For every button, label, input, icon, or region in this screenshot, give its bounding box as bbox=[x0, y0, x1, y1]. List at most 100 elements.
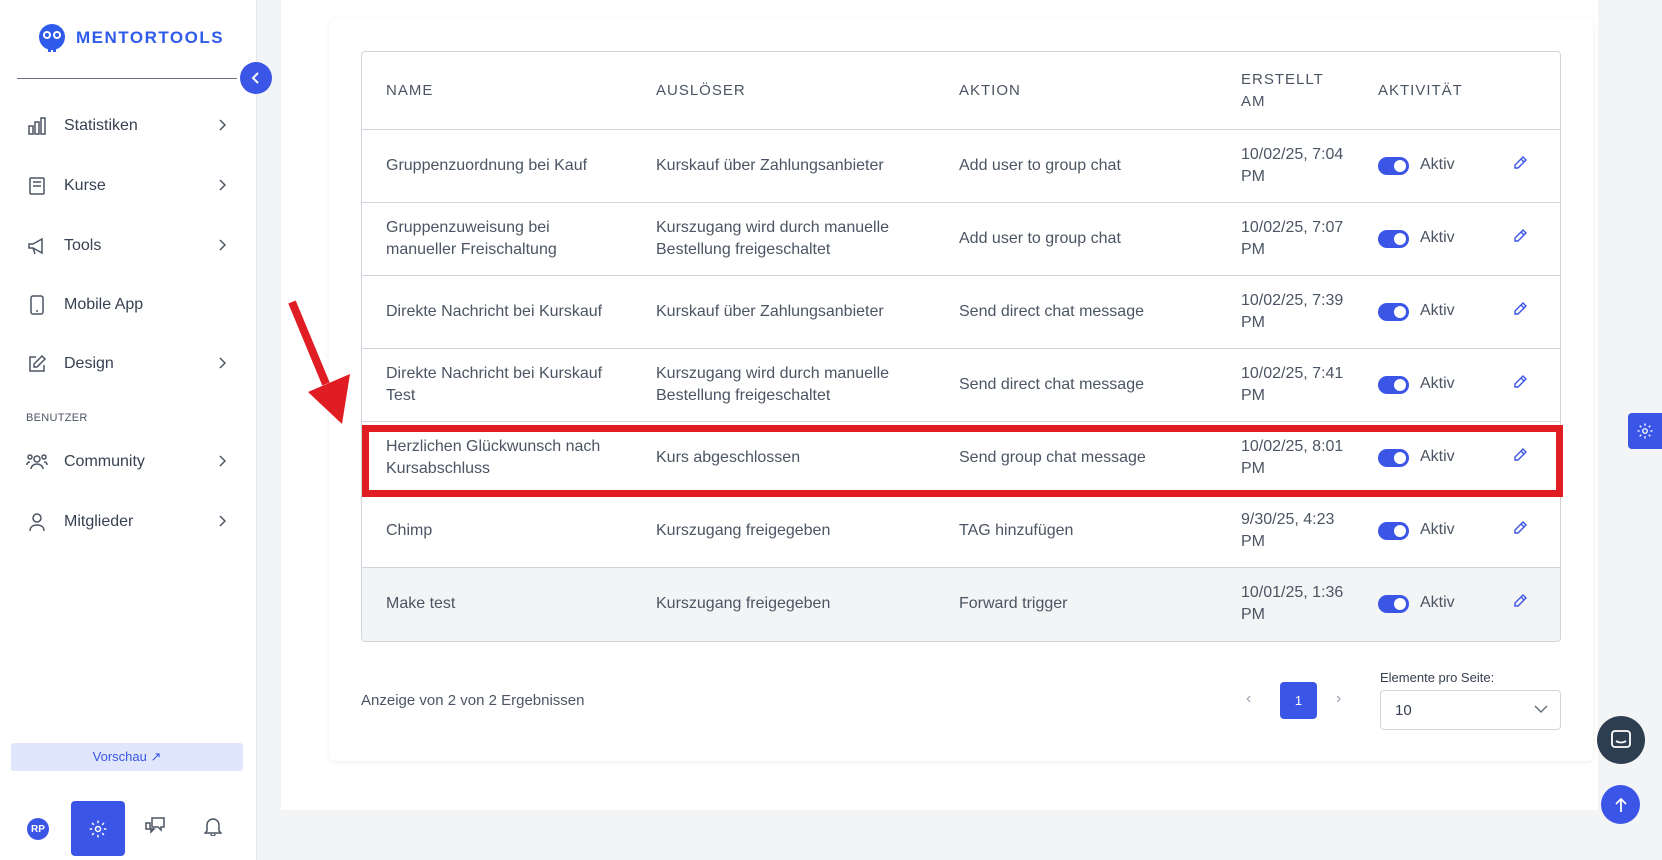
row-name: Make test bbox=[386, 593, 636, 615]
sidebar-item-label: Design bbox=[64, 355, 114, 372]
pencil-icon[interactable] bbox=[1512, 520, 1528, 536]
sidebar-item-kurse[interactable]: Kurse bbox=[26, 171, 226, 201]
row-created-line2: PM bbox=[1241, 314, 1265, 331]
toggle-label: Aktiv bbox=[1420, 594, 1455, 611]
row-trigger-line1: Kurszugang freigegeben bbox=[656, 522, 831, 539]
pager-prev-button[interactable]: ‹ bbox=[1246, 690, 1251, 708]
active-toggle[interactable] bbox=[1378, 157, 1409, 175]
notifications-button[interactable] bbox=[203, 816, 223, 841]
chat-bubbles-icon bbox=[145, 817, 165, 834]
sidebar-item-mitglieder[interactable]: Mitglieder bbox=[26, 507, 226, 537]
row-created: 10/02/25, 7:41 PM bbox=[1241, 363, 1361, 407]
active-toggle[interactable] bbox=[1378, 449, 1409, 467]
row-action: Send direct chat message bbox=[959, 376, 1144, 393]
table-row[interactable]: Make test Kurszugang freigegeben Forward… bbox=[362, 568, 1560, 641]
row-created-line2: PM bbox=[1241, 168, 1265, 185]
toggle-label: Aktiv bbox=[1420, 302, 1455, 319]
pager-next-button[interactable]: › bbox=[1336, 690, 1341, 708]
edit-icon bbox=[26, 353, 48, 375]
row-created-line2: PM bbox=[1241, 241, 1265, 258]
sidebar-item-label: Community bbox=[64, 453, 145, 470]
table-row[interactable]: Chimp Kurszugang freigegeben TAG hinzufü… bbox=[362, 495, 1560, 568]
row-trigger-line1: Kurszugang freigegeben bbox=[656, 595, 831, 612]
sidebar-item-label: Mitglieder bbox=[64, 513, 134, 530]
row-created: 10/02/25, 8:01 PM bbox=[1241, 436, 1361, 480]
chat-button[interactable] bbox=[144, 816, 166, 841]
sidebar-item-mobile-app[interactable]: Mobile App bbox=[26, 290, 226, 320]
active-toggle[interactable] bbox=[1378, 376, 1409, 394]
row-name-line2: Test bbox=[386, 387, 416, 404]
active-toggle[interactable] bbox=[1378, 230, 1409, 248]
pencil-icon[interactable] bbox=[1512, 447, 1528, 463]
chevron-right-icon bbox=[219, 455, 226, 467]
pager-page-1[interactable]: 1 bbox=[1280, 682, 1317, 719]
red-arrow-annotation bbox=[288, 300, 350, 424]
sidebar-item-design[interactable]: Design bbox=[26, 349, 226, 379]
table-row[interactable]: Gruppenzuweisung bei manueller Freischalt… bbox=[362, 203, 1560, 276]
pencil-icon[interactable] bbox=[1512, 593, 1528, 609]
row-action: Add user to group chat bbox=[959, 230, 1121, 247]
scroll-to-top-button[interactable] bbox=[1601, 785, 1640, 824]
row-action: TAG hinzufügen bbox=[959, 522, 1074, 539]
gear-icon bbox=[1637, 423, 1653, 439]
pencil-icon[interactable] bbox=[1512, 301, 1528, 317]
header-trigger: AUSLÖSER bbox=[656, 82, 746, 99]
settings-button[interactable] bbox=[71, 801, 125, 856]
row-name-line1: Herzlichen Glückwunsch nach bbox=[386, 438, 601, 455]
row-trigger: Kurszugang freigegeben bbox=[656, 520, 926, 542]
chevron-right-icon bbox=[219, 239, 226, 251]
row-created-line1: 10/02/25, 7:04 bbox=[1241, 146, 1344, 163]
row-created: 10/02/25, 7:04 PM bbox=[1241, 144, 1361, 188]
chevron-down-icon bbox=[1534, 705, 1548, 714]
active-toggle[interactable] bbox=[1378, 522, 1409, 540]
per-page-select[interactable]: 10 bbox=[1380, 690, 1561, 730]
row-created: 9/30/25, 4:23 PM bbox=[1241, 509, 1361, 553]
header-created-line2: AM bbox=[1241, 93, 1266, 110]
row-trigger-line2: Bestellung freigeschaltet bbox=[656, 241, 831, 258]
logo[interactable]: MENTORTOOLS bbox=[36, 22, 224, 54]
toggle-label: Aktiv bbox=[1420, 448, 1455, 465]
book-icon bbox=[26, 175, 48, 197]
row-created-line1: 10/02/25, 7:41 bbox=[1241, 365, 1344, 382]
row-trigger: Kurszugang wird durch manuelle Bestellung… bbox=[656, 217, 926, 261]
table-row[interactable]: Herzlichen Glückwunsch nach Kursabschluss… bbox=[362, 422, 1560, 495]
preview-button[interactable]: Vorschau ↗ bbox=[11, 743, 243, 771]
sidebar-bottom-bar: RP bbox=[0, 800, 257, 856]
row-created-line2: PM bbox=[1241, 460, 1265, 477]
row-created-line1: 10/02/25, 7:39 bbox=[1241, 292, 1344, 309]
chevron-left-icon bbox=[251, 72, 259, 84]
sidebar-item-statistiken[interactable]: Statistiken bbox=[26, 111, 226, 141]
sidebar-item-community[interactable]: Community bbox=[26, 447, 226, 477]
sidebar-item-tools[interactable]: Tools bbox=[26, 231, 226, 261]
bar-chart-icon bbox=[26, 115, 48, 137]
per-page-label: Elemente pro Seite: bbox=[1380, 670, 1495, 685]
sidebar-item-label: Kurse bbox=[64, 177, 106, 194]
table-row[interactable]: Gruppenzuordnung bei Kauf Kurskauf über … bbox=[362, 130, 1560, 203]
active-toggle[interactable] bbox=[1378, 595, 1409, 613]
pencil-icon[interactable] bbox=[1512, 155, 1528, 171]
table-row[interactable]: Direkte Nachricht bei Kurskauf Test Kursz… bbox=[362, 349, 1560, 422]
row-name-line2: Kursabschluss bbox=[386, 460, 491, 477]
row-name-line1: Direkte Nachricht bei Kurskauf bbox=[386, 365, 603, 382]
chat-widget-button[interactable] bbox=[1597, 716, 1645, 764]
users-icon bbox=[26, 451, 48, 473]
pencil-icon[interactable] bbox=[1512, 228, 1528, 244]
row-created-line1: 10/01/25, 1:36 bbox=[1241, 584, 1344, 601]
table-row[interactable]: Direkte Nachricht bei Kurskauf Kurskauf … bbox=[362, 276, 1560, 349]
row-name-line2: manueller Freischaltung bbox=[386, 241, 557, 258]
row-created-line1: 10/02/25, 8:01 bbox=[1241, 438, 1344, 455]
row-trigger-line1: Kurs abgeschlossen bbox=[656, 449, 801, 466]
sidebar-item-label: Statistiken bbox=[64, 117, 138, 134]
collapse-sidebar-button[interactable] bbox=[240, 62, 272, 94]
sidebar: MENTORTOOLS Statistiken Kurse Tools Mobi… bbox=[0, 0, 257, 860]
side-settings-button[interactable] bbox=[1628, 413, 1662, 449]
avatar[interactable]: RP bbox=[27, 818, 49, 840]
active-toggle[interactable] bbox=[1378, 303, 1409, 321]
header-activity: AKTIVITÄT bbox=[1378, 82, 1463, 99]
row-trigger-line2: Bestellung freigeschaltet bbox=[656, 387, 831, 404]
sidebar-item-label: Mobile App bbox=[64, 296, 144, 313]
row-trigger-line1: Kurszugang wird durch manuelle bbox=[656, 365, 890, 382]
row-trigger-line1: Kurskauf über Zahlungsanbieter bbox=[656, 303, 884, 320]
mobile-icon bbox=[26, 294, 48, 316]
pencil-icon[interactable] bbox=[1512, 374, 1528, 390]
